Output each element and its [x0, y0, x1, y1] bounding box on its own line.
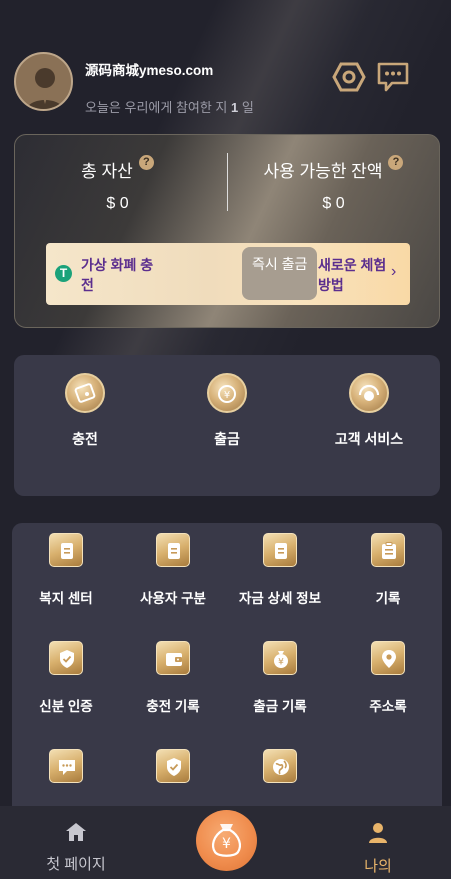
bottom-nav: 첫 페이지 ¥ 나의	[0, 806, 451, 879]
nav-mine[interactable]: 나의	[328, 822, 428, 876]
recharge-button[interactable]: 충전	[25, 373, 145, 449]
menu-address-book[interactable]: 주소록	[334, 641, 442, 715]
tether-icon: T	[55, 265, 72, 282]
shield-check-icon	[156, 749, 190, 783]
svg-text:¥: ¥	[278, 658, 284, 668]
menu-grid: 복지 센터 사용자 구분 자금 상세 정보 기록 신분 인증 충전 기록 ¥ 출…	[12, 523, 442, 813]
total-assets: 총 자산? $ 0	[15, 155, 220, 213]
crypto-recharge-link[interactable]: 가상 화폐 충전	[81, 255, 161, 295]
message-icon[interactable]	[376, 61, 410, 93]
available-balance-label: 사용 가능한 잔액	[263, 162, 383, 181]
document-icon	[49, 533, 83, 567]
available-balance: 사용 가능한 잔액? $ 0	[231, 155, 436, 213]
menu-identity-verification[interactable]: 신분 인증	[12, 641, 120, 715]
shield-check-icon	[49, 641, 83, 675]
document-icon	[263, 533, 297, 567]
withdraw-label: 출금	[214, 431, 240, 447]
asset-card: 총 자산? $ 0 사용 가능한 잔액? $ 0 T 가상 화폐 충전 즉시 출…	[14, 134, 440, 328]
total-assets-label: 총 자산	[81, 162, 133, 181]
menu-fund-details[interactable]: 자금 상세 정보	[226, 533, 334, 607]
settings-hex-icon[interactable]	[332, 61, 366, 93]
nav-home[interactable]: 첫 페이지	[26, 822, 126, 874]
customer-service-button[interactable]: 고객 서비스	[309, 373, 429, 449]
svg-text:¥: ¥	[224, 390, 230, 401]
menu-welfare-center[interactable]: 복지 센터	[12, 533, 120, 607]
document-icon	[156, 533, 190, 567]
avatar[interactable]	[14, 52, 73, 111]
globe-icon	[263, 749, 297, 783]
menu-records[interactable]: 기록	[334, 533, 442, 607]
center-money-bag-button[interactable]: ¥	[196, 810, 257, 871]
profile-header: 源码商城ymeso.com 오늘은 우리에게 참여한 지 1 일	[14, 52, 437, 115]
location-pin-icon	[371, 641, 405, 675]
help-icon[interactable]: ?	[138, 155, 154, 170]
withdraw-icon: ¥	[207, 373, 247, 413]
svg-text:¥: ¥	[222, 836, 231, 852]
username: 源码商城ymeso.com	[85, 63, 214, 78]
message-icon	[49, 749, 83, 783]
customer-service-label: 고객 서비스	[334, 431, 404, 447]
promo-bar[interactable]: T 가상 화폐 충전 즉시 출금 새로운 체험 방법 ›	[46, 243, 410, 305]
chevron-right-icon[interactable]: ›	[391, 263, 396, 281]
user-icon	[369, 823, 387, 843]
nav-home-label: 첫 페이지	[46, 856, 106, 873]
home-icon	[66, 823, 86, 841]
total-assets-value: $ 0	[106, 195, 129, 212]
menu-security[interactable]: 보안	[119, 749, 227, 813]
menu-user-type[interactable]: 사용자 구분	[119, 533, 227, 607]
clipboard-icon	[371, 533, 405, 567]
menu-messages[interactable]	[12, 749, 120, 803]
withdraw-button[interactable]: ¥ 출금	[167, 373, 287, 449]
join-days-text: 오늘은 우리에게 참여한 지 1 일	[85, 100, 254, 115]
help-icon[interactable]: ?	[388, 155, 404, 170]
instant-withdraw-button[interactable]: 즉시 출금	[242, 247, 317, 300]
customer-service-icon	[349, 373, 389, 413]
menu-language[interactable]: 언어	[226, 749, 334, 813]
wallet-icon	[156, 641, 190, 675]
divider	[227, 153, 228, 211]
available-balance-value: $ 0	[322, 195, 345, 212]
nav-mine-label: 나의	[364, 858, 392, 875]
menu-recharge-records[interactable]: 충전 기록	[119, 641, 227, 715]
recharge-icon	[65, 373, 105, 413]
money-bag-icon: ¥	[263, 641, 297, 675]
quick-actions-card: 충전 ¥ 출금 고객 서비스	[14, 355, 440, 496]
new-guide-link[interactable]: 새로운 체험 방법	[318, 255, 390, 295]
menu-withdraw-records[interactable]: ¥ 출금 기록	[226, 641, 334, 715]
recharge-label: 충전	[72, 431, 98, 447]
